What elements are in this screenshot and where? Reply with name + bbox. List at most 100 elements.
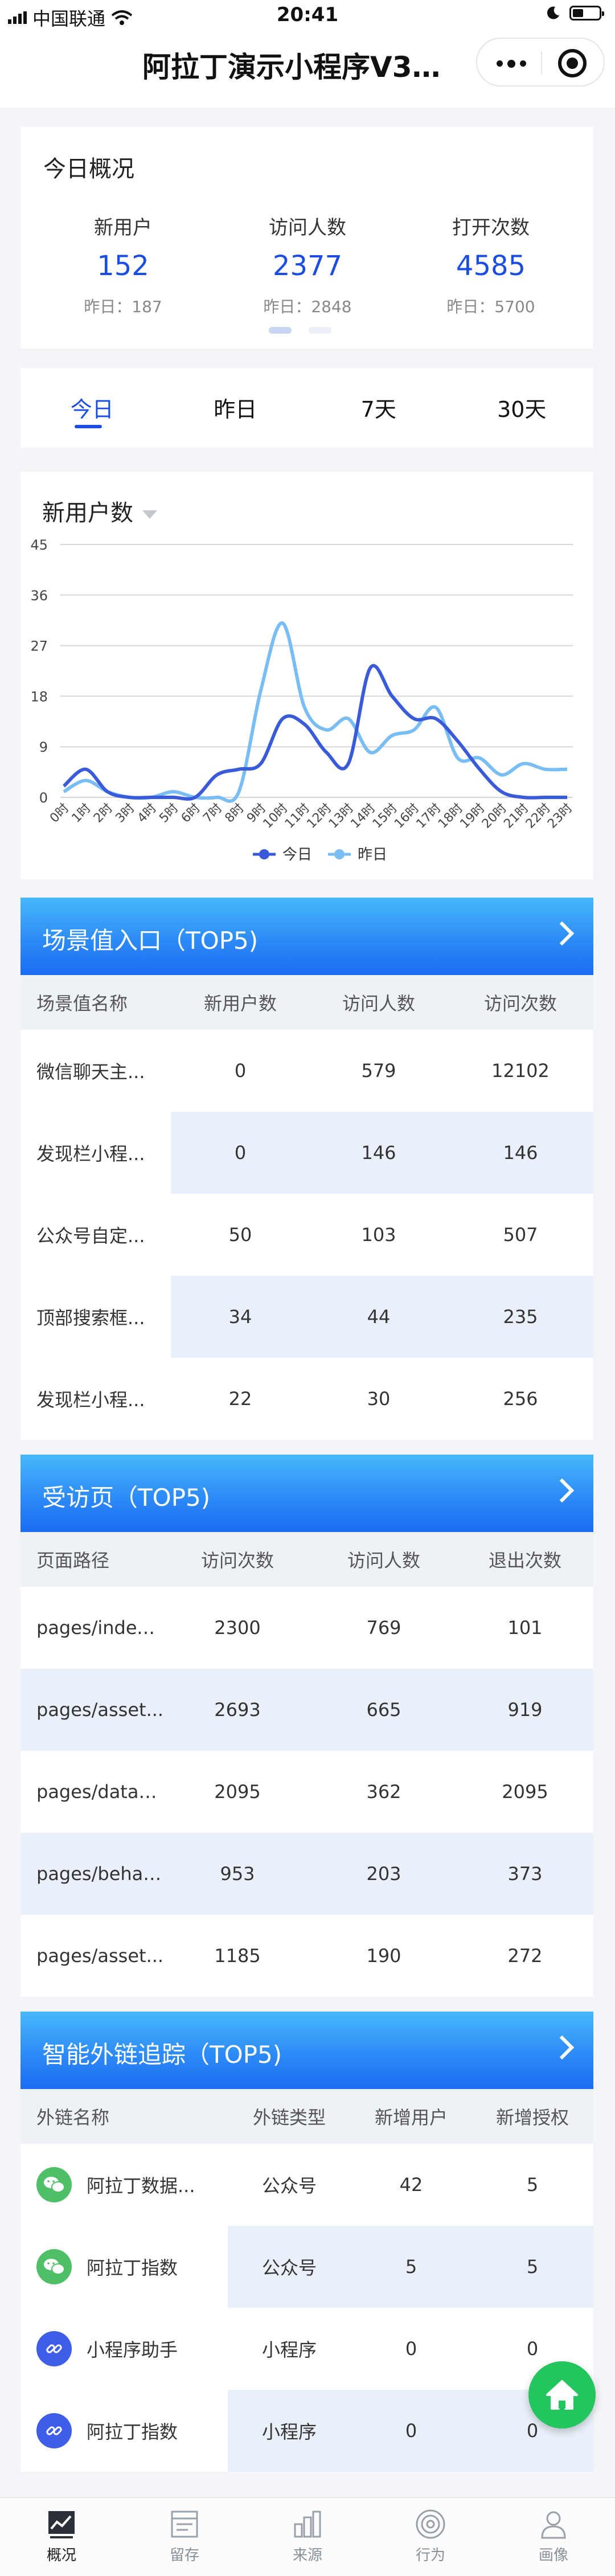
table-cell: 953	[220, 1863, 255, 1885]
tab-today[interactable]: 今日	[20, 368, 164, 448]
table-row[interactable]: 顶部搜索框... 34 44 235	[20, 1276, 593, 1358]
x-tick-label: 19时	[457, 801, 487, 832]
metric-label: 打开次数	[452, 216, 530, 239]
table-cell: pages/asset...	[36, 1945, 164, 1967]
column-header: 退出次数	[488, 1550, 561, 1571]
overview-card: 今日概况 新用户 152 昨日：187 访问人数 2377 昨日：2848 打开…	[20, 126, 593, 349]
sticky-column: 阿拉丁指数	[20, 2390, 228, 2472]
metric-opens: 打开次数 4585 昨日：5700	[400, 212, 582, 317]
series-line-今日	[62, 664, 567, 801]
x-tick-label: 16时	[392, 801, 422, 832]
table-row[interactable]: 发现栏小程... 0 146 146	[20, 1112, 593, 1194]
sticky-column: 小程序助手	[20, 2308, 228, 2390]
table-row[interactable]: 微信聊天主... 0 579 12102	[20, 1030, 593, 1112]
link-name: 阿拉丁指数	[87, 2257, 178, 2279]
table-cell: 579	[361, 1060, 396, 1082]
table-row[interactable]: 阿拉丁指数 公众号 5 5	[20, 2226, 593, 2308]
column-header: 访问次数	[483, 993, 557, 1014]
table-row[interactable]: pages/index... 2300 769 101	[20, 1587, 593, 1669]
tab-retention[interactable]: 留存	[123, 2498, 246, 2576]
table-cell: 0	[526, 2338, 539, 2360]
tab-source[interactable]: 来源	[246, 2498, 369, 2576]
table-cell: 0	[234, 1060, 247, 1082]
table-row[interactable]: pages/dataS... 2095 362 2095	[20, 1751, 593, 1833]
chevron-right-icon	[550, 921, 575, 946]
table-cell: pages/behav...	[36, 1863, 164, 1885]
tab-label: 画像	[538, 2547, 568, 2564]
x-tick-label: 14时	[348, 801, 378, 832]
x-tick-label: 3时	[113, 801, 137, 826]
table-cell: 203	[366, 1863, 401, 1885]
tab-7-days[interactable]: 7天	[307, 368, 450, 448]
tab-yesterday[interactable]: 昨日	[164, 368, 308, 448]
table-row[interactable]: 公众号自定... 50 103 507	[20, 1194, 593, 1276]
table-cell: 101	[507, 1617, 543, 1639]
metric-new-users: 新用户 152 昨日：187	[32, 212, 214, 317]
table-cell: 2095	[214, 1781, 261, 1803]
metric-value: 152	[97, 250, 149, 282]
table-cell: 362	[366, 1781, 401, 1803]
scene-table: 场景值名称 新用户数 访问人数 访问次数 微信聊天主... 0 579 12102 发现栏小程.…	[20, 975, 593, 1440]
page-section-header[interactable]: 受访页（TOP5)	[20, 1455, 593, 1532]
column-header: 新用户数	[203, 993, 277, 1014]
x-tick-label: 0时	[47, 801, 72, 826]
table-cell: 373	[507, 1863, 543, 1885]
clock: 20:41	[276, 3, 339, 26]
home-icon	[546, 2380, 578, 2410]
table-cell: 小程序	[261, 2421, 317, 2443]
y-tick-label: 0	[39, 790, 48, 806]
column-header: 场景值名称	[36, 993, 128, 1014]
table-row[interactable]: 阿拉丁数据... 公众号 42 5	[20, 2144, 593, 2226]
x-tick-label: 23时	[545, 801, 575, 832]
scene-section-header[interactable]: 场景值入口（TOP5)	[20, 898, 593, 975]
table-cell: 256	[503, 1388, 538, 1410]
table-row[interactable]: pages/asset... 1185 190 272	[20, 1915, 593, 1997]
tab-label: 概况	[46, 2547, 76, 2564]
x-tick-label: 15时	[370, 801, 400, 832]
table-cell: 发现栏小程...	[36, 1143, 145, 1165]
carousel-dot[interactable]	[269, 327, 292, 334]
table-row[interactable]: pages/behav... 953 203 373	[20, 1833, 593, 1915]
tab-behavior[interactable]: 行为	[369, 2498, 492, 2576]
tab-portrait[interactable]: 画像	[492, 2498, 615, 2576]
y-tick-label: 45	[30, 537, 48, 553]
section-title: 场景值入口（TOP5)	[42, 927, 259, 955]
legend-marker	[259, 849, 269, 859]
carousel-dot[interactable]	[309, 327, 331, 334]
section-title: 智能外链追踪（TOP5)	[42, 2041, 282, 2069]
legend-label: 今日	[282, 846, 312, 863]
table-cell: 公众号	[261, 2175, 317, 2197]
table-cell: 146	[361, 1142, 396, 1164]
x-tick-label: 22时	[523, 801, 554, 832]
legend-label: 昨日	[358, 846, 387, 863]
retention-icon	[171, 2511, 198, 2538]
column-header: 访问人数	[342, 993, 415, 1014]
table-row[interactable]: 阿拉丁指数 小程序 0 0	[20, 2390, 593, 2472]
more-icon[interactable]	[497, 59, 526, 68]
x-tick-label: 11时	[282, 801, 313, 832]
sticky-column: 发现栏小程...	[20, 1112, 171, 1194]
chart-card: 新用户数 0 9 18 27 36 45 0时 1时 2时 3时 4时 5时 6时 7时 8时 9时 10时 11…	[20, 472, 593, 879]
page-title: 阿拉丁演示小程序V3....	[142, 51, 450, 84]
table-row[interactable]: pages/asset... 2693 665 919	[20, 1669, 593, 1751]
tab-30-days[interactable]: 30天	[450, 368, 594, 448]
sticky-column: 顶部搜索框...	[20, 1276, 171, 1358]
metric-visitors: 访问人数 2377 昨日：2848	[216, 212, 399, 317]
tab-overview[interactable]: 概况	[0, 2498, 123, 2576]
x-tick-label: 8时	[223, 801, 247, 826]
miniprogram-capsule	[476, 38, 605, 87]
table-cell: 5	[526, 2174, 539, 2196]
table-row[interactable]: 发现栏小程... 22 30 256	[20, 1358, 593, 1440]
column-header: 新增用户	[374, 2107, 448, 2128]
table-cell: 顶部搜索框...	[36, 1307, 145, 1329]
chevron-right-icon	[550, 1478, 575, 1503]
link-section-header[interactable]: 智能外链追踪（TOP5)	[20, 2012, 593, 2089]
table-cell: 272	[507, 1945, 543, 1967]
tab-label: 来源	[292, 2547, 322, 2564]
home-button[interactable]	[528, 2361, 596, 2428]
table-row[interactable]: 小程序助手 小程序 0 0	[20, 2308, 593, 2390]
sticky-column: 公众号自定...	[20, 1194, 171, 1276]
close-miniprogram-icon[interactable]	[558, 49, 587, 77]
table-cell: 30	[367, 1388, 391, 1410]
y-tick-label: 36	[30, 588, 48, 604]
